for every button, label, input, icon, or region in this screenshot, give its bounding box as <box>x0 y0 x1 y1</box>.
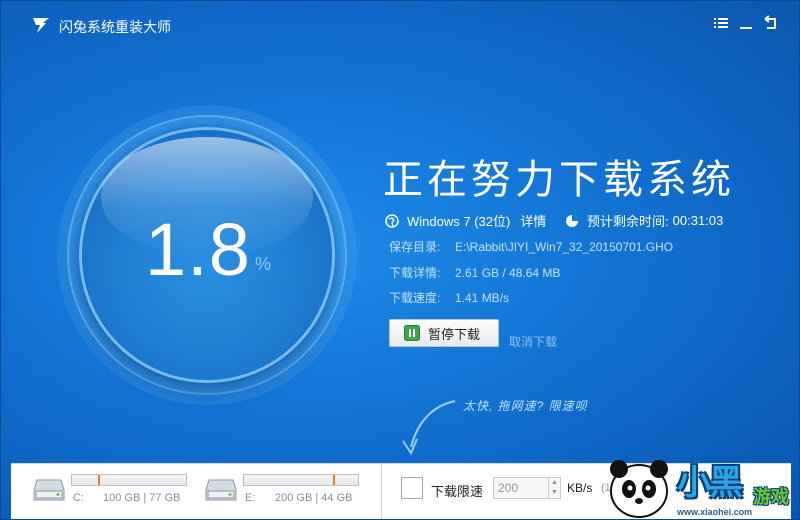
minimize-icon[interactable] <box>738 15 756 33</box>
eta-value: 00:31:03 <box>672 213 724 228</box>
download-speed-row: 下载速度: 1.41 MB/s <box>389 289 509 306</box>
speed-limit-hint: 太快, 拖网速? 限速呗 <box>463 399 588 413</box>
watermark-url: www.xiaohei.com <box>677 507 753 517</box>
pause-download-button[interactable]: 暂停下载 <box>389 319 499 347</box>
disk-c-usage: 100 GB | 77 GB <box>103 492 181 504</box>
os-info: Windows 7 (32位) 详情 <box>385 211 546 230</box>
os-name: Windows 7 (32位) <box>407 214 511 229</box>
os-detail-link[interactable]: 详情 <box>520 211 546 230</box>
watermark-logo: 小黑 <box>677 464 743 502</box>
globe-icon <box>385 213 399 228</box>
speed-limit-label: 下载限速 <box>431 484 484 499</box>
speed-limit-checkbox[interactable] <box>401 477 423 499</box>
back-icon[interactable] <box>763 15 781 33</box>
panda-watermark-icon <box>610 460 668 518</box>
download-speed-value: 1.41 MB/s <box>455 291 510 305</box>
save-dir-value: E:\Rabbit\JIYI_Win7_32_20150701.GHO <box>455 240 674 254</box>
save-dir-label: 保存目录: <box>389 240 441 254</box>
eta-info: 预计剩余时间: 00:31:03 <box>565 211 723 230</box>
hint-arrow-icon <box>402 400 456 456</box>
speed-limit-input[interactable] <box>494 478 548 498</box>
eta-label: 预计剩余时间: <box>587 214 669 229</box>
progress-unit: % <box>255 254 272 274</box>
speed-limit-unit: KB/s <box>567 481 593 495</box>
download-detail-value: 2.61 GB / 48.64 MB <box>455 266 561 280</box>
hard-drive-icon <box>33 476 65 502</box>
app-title: 闪兔系统重装大师 <box>59 19 171 35</box>
download-speed-label: 下载速度: <box>389 291 441 305</box>
app-window: 闪兔系统重装大师 1.8 % 正在努力下载系统 Windows 7 (32位) … <box>0 0 800 520</box>
pause-icon <box>404 325 420 341</box>
disk-c-usage-bar <box>71 474 187 486</box>
hard-drive-icon <box>205 476 237 502</box>
download-detail-row: 下载详情: 2.61 GB / 48.64 MB <box>389 264 560 281</box>
stepper-up-icon[interactable]: ▲ <box>548 478 560 488</box>
disk-c-drive: C: <box>73 492 84 504</box>
disk-e-usage-marker <box>333 475 335 485</box>
watermark-logo-sub: 游戏 <box>753 487 789 507</box>
progress-value: 1.8 <box>145 208 251 291</box>
disk-e-usage: 200 GB | 44 GB <box>275 492 353 504</box>
save-dir-row: 保存目录: E:\Rabbit\JIYI_Win7_32_20150701.GHO <box>389 238 673 255</box>
clock-icon <box>565 214 579 228</box>
disk-e-drive: E: <box>245 492 256 504</box>
disk-c-usage-marker <box>98 475 100 485</box>
status-headline: 正在努力下载系统 <box>383 158 735 202</box>
divider <box>381 464 382 519</box>
rabbit-logo-icon <box>31 15 51 35</box>
download-detail-label: 下载详情: <box>389 266 441 280</box>
pause-download-label: 暂停下载 <box>428 326 481 342</box>
speed-limit-stepper[interactable]: ▲ ▼ <box>493 477 561 499</box>
stepper-down-icon[interactable]: ▼ <box>548 488 560 498</box>
bottom-bar: C: 100 GB | 77 GB E: 200 GB | 44 GB 下载限速… <box>11 463 791 519</box>
cancel-download-link[interactable]: 取消下载 <box>509 333 557 350</box>
title-bar: 闪兔系统重装大师 <box>1 1 799 49</box>
disk-e-usage-bar <box>243 474 359 486</box>
menu-icon[interactable] <box>713 15 731 33</box>
